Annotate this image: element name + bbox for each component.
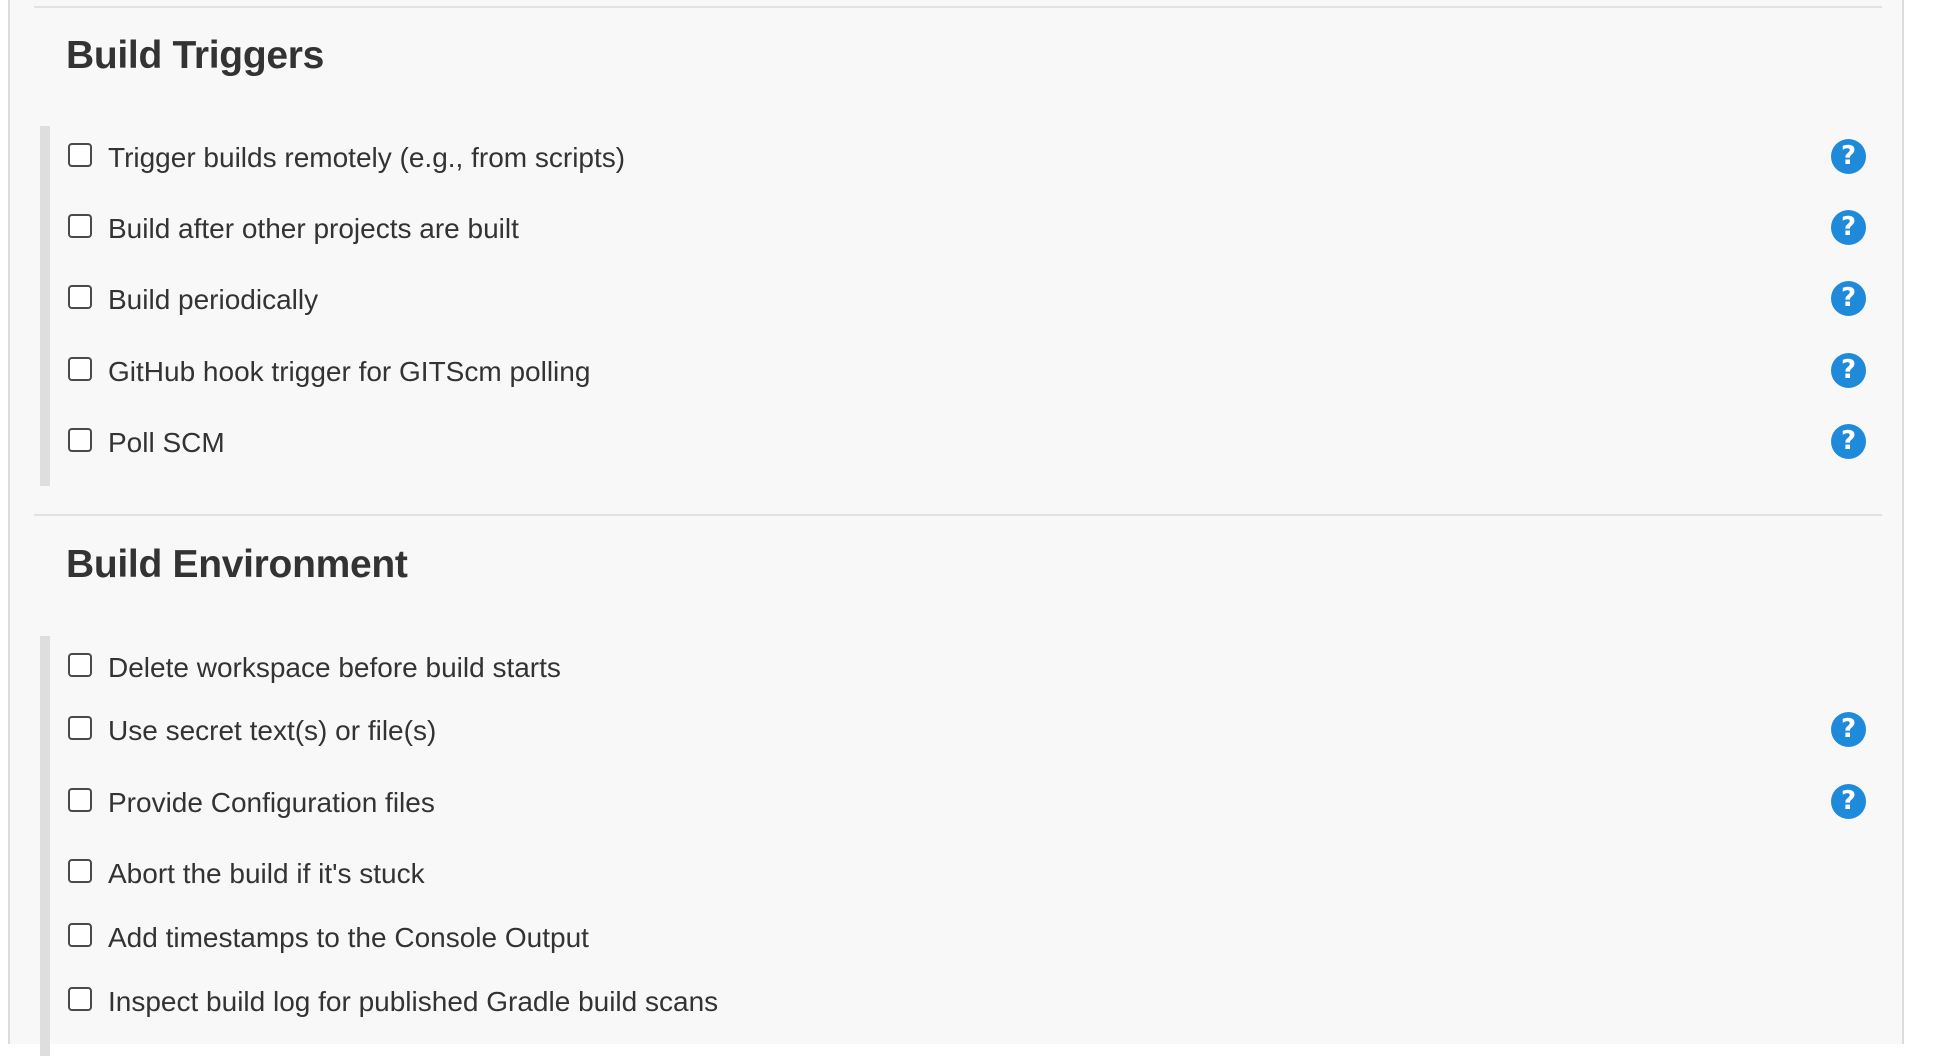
timestamps-checkbox[interactable] [68,923,92,947]
gradle-scans-label[interactable]: Inspect build log for published Gradle b… [108,986,718,1018]
poll-scm-row: Poll SCM ? [50,421,1902,465]
build-after-other-checkbox[interactable] [68,214,92,238]
secret-text-row: Use secret text(s) or file(s) ? [50,709,1902,753]
github-hook-label[interactable]: GitHub hook trigger for GITScm polling [108,356,590,388]
trigger-remote-row: Trigger builds remotely (e.g., from scri… [50,136,1902,180]
delete-workspace-checkbox[interactable] [68,653,92,677]
trigger-remote-label[interactable]: Trigger builds remotely (e.g., from scri… [108,142,625,174]
help-icon[interactable]: ? [1831,139,1866,174]
github-hook-row: GitHub hook trigger for GITScm polling ? [50,350,1902,394]
config-files-checkbox[interactable] [68,788,92,812]
build-periodically-checkbox[interactable] [68,285,92,309]
build-periodically-label[interactable]: Build periodically [108,284,318,316]
timestamps-label[interactable]: Add timestamps to the Console Output [108,922,589,954]
help-icon[interactable]: ? [1831,353,1866,388]
abort-stuck-row: Abort the build if it's stuck [50,852,1902,896]
help-icon[interactable]: ? [1831,712,1866,747]
secret-text-checkbox[interactable] [68,716,92,740]
config-files-row: Provide Configuration files ? [50,781,1902,825]
section-divider [34,514,1882,516]
delete-workspace-label[interactable]: Delete workspace before build starts [108,652,561,684]
timestamps-row: Add timestamps to the Console Output [50,916,1902,960]
abort-stuck-checkbox[interactable] [68,859,92,883]
gradle-scans-checkbox[interactable] [68,987,92,1011]
github-hook-checkbox[interactable] [68,357,92,381]
build-after-other-row: Build after other projects are built ? [50,207,1902,251]
build-after-other-label[interactable]: Build after other projects are built [108,213,519,245]
help-icon[interactable]: ? [1831,210,1866,245]
config-panel: Build Triggers Trigger builds remotely (… [8,0,1904,1056]
build-environment-group: Delete workspace before build starts Use… [40,636,1902,1056]
help-icon[interactable]: ? [1831,281,1866,316]
config-files-label[interactable]: Provide Configuration files [108,787,435,819]
trigger-remote-checkbox[interactable] [68,143,92,167]
help-icon[interactable]: ? [1831,784,1866,819]
secret-text-label[interactable]: Use secret text(s) or file(s) [108,715,436,747]
poll-scm-label[interactable]: Poll SCM [108,427,225,459]
gradle-scans-row: Inspect build log for published Gradle b… [50,980,1902,1024]
abort-stuck-label[interactable]: Abort the build if it's stuck [108,858,425,890]
build-periodically-row: Build periodically ? [50,278,1902,322]
section-title-build-triggers: Build Triggers [66,34,325,77]
delete-workspace-row: Delete workspace before build starts [50,646,1902,690]
build-triggers-group: Trigger builds remotely (e.g., from scri… [40,126,1902,486]
section-title-build-environment: Build Environment [66,543,408,586]
help-icon[interactable]: ? [1831,424,1866,459]
section-divider [34,6,1882,8]
poll-scm-checkbox[interactable] [68,428,92,452]
